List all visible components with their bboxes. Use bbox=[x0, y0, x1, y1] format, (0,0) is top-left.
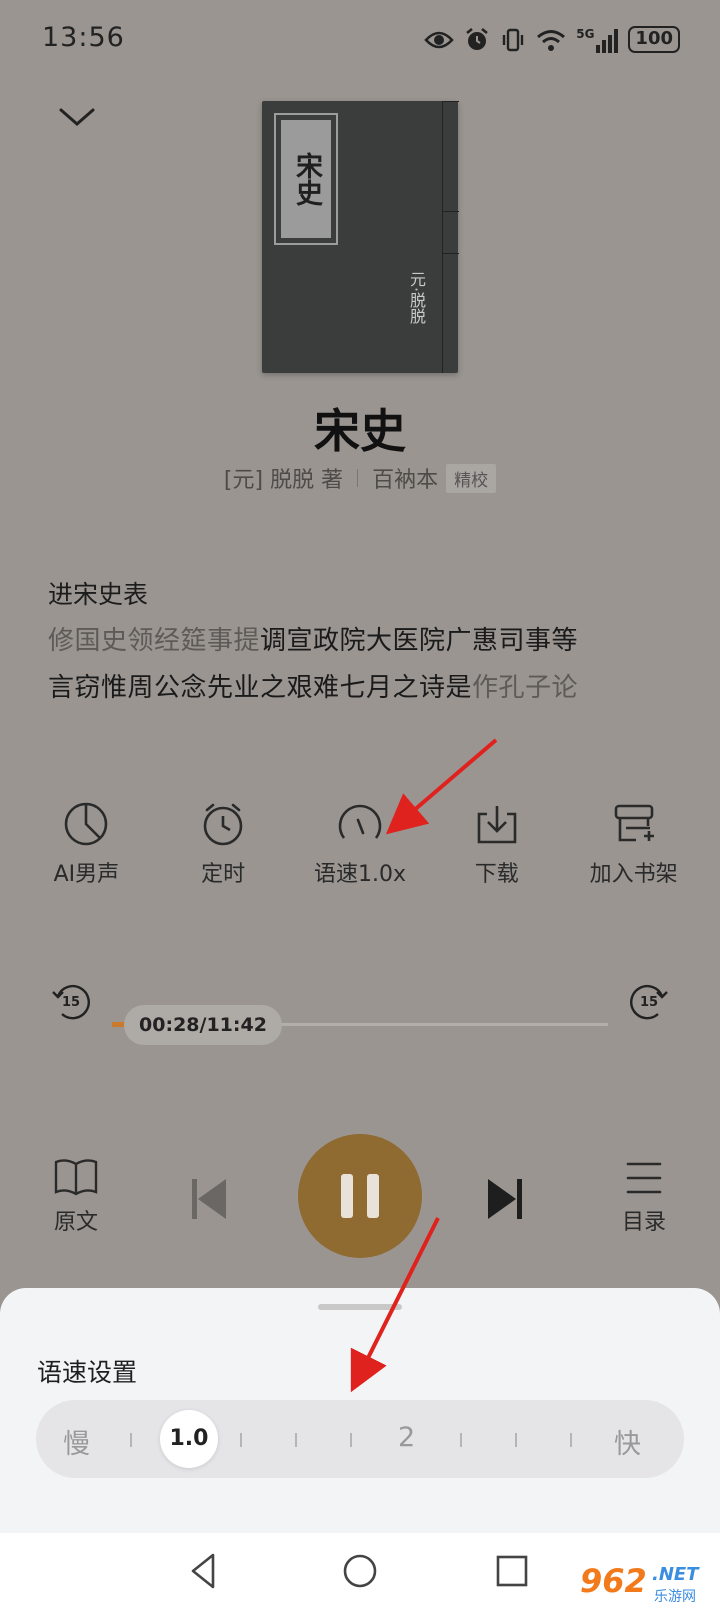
rewind-15-icon[interactable]: 15 bbox=[50, 980, 92, 1022]
speed-tick bbox=[515, 1433, 517, 1447]
pause-icon bbox=[367, 1174, 379, 1218]
speed-knob[interactable]: 1.0 bbox=[160, 1410, 218, 1468]
watermark-logo: 962 .NET 乐游网 bbox=[580, 1562, 716, 1608]
battery-level: 100 bbox=[635, 28, 673, 49]
status-time: 13:56 bbox=[42, 22, 125, 53]
previous-icon[interactable] bbox=[190, 1177, 230, 1221]
battery-icon: 100 bbox=[628, 26, 680, 53]
network-type: 5G bbox=[576, 26, 595, 41]
download-label: 下载 bbox=[474, 862, 519, 887]
status-icons: 5G 100 bbox=[424, 26, 680, 53]
book-author: [元] 脱脱 著 bbox=[223, 468, 344, 493]
pause-button[interactable] bbox=[298, 1134, 422, 1258]
speed-fast-label: 快 bbox=[614, 1429, 641, 1460]
text-line-1: 修国史领经筵事提调宣政院大医院广惠司事等 bbox=[48, 620, 578, 657]
speed-slider[interactable]: 慢 2 快 1.0 bbox=[36, 1400, 684, 1478]
book-open-icon bbox=[54, 1159, 98, 1196]
speed-slow-label: 慢 bbox=[63, 1429, 90, 1460]
speed-settings-sheet: 语速设置 慢 2 快 1.0 bbox=[0, 1288, 720, 1533]
forward-15-icon[interactable]: 15 bbox=[628, 980, 670, 1022]
signal-icon: 5G bbox=[576, 26, 619, 53]
book-edition: 百衲本 bbox=[372, 468, 439, 493]
rewind-seconds: 15 bbox=[62, 995, 80, 1010]
add-bookshelf-label: 加入书架 bbox=[589, 862, 678, 887]
text-line-2: 言窃惟周公念先业之艰难七月之诗是作孔子论 bbox=[48, 667, 578, 704]
edition-tag: 精校 bbox=[446, 463, 497, 493]
sheet-title: 语速设置 bbox=[37, 1358, 138, 1387]
forward-seconds: 15 bbox=[640, 995, 658, 1010]
wifi-icon bbox=[537, 29, 566, 51]
cover-title-text: 宋史 bbox=[281, 120, 331, 238]
eye-icon bbox=[424, 31, 454, 48]
cover-author: 元·脱脱 bbox=[407, 271, 426, 325]
timer-label: 定时 bbox=[201, 862, 246, 887]
add-bookshelf-button[interactable]: 加入书架 bbox=[574, 800, 694, 888]
add-bookshelf-icon bbox=[614, 804, 654, 842]
next-icon[interactable] bbox=[484, 1177, 524, 1221]
sheet-drag-handle[interactable] bbox=[318, 1304, 402, 1310]
download-icon bbox=[477, 806, 517, 844]
speed-tick bbox=[130, 1433, 132, 1447]
menu-list-icon bbox=[626, 1162, 662, 1194]
download-button[interactable]: 下载 bbox=[437, 800, 557, 888]
ai-voice-button[interactable]: AI男声 bbox=[26, 800, 146, 888]
pause-icon bbox=[341, 1174, 353, 1218]
speed-tick bbox=[350, 1433, 352, 1447]
speed-tick bbox=[460, 1433, 462, 1447]
alarm-icon bbox=[466, 27, 489, 50]
speed-tick bbox=[295, 1433, 297, 1447]
text-current: 调宣政院大医院广惠司事等 bbox=[260, 626, 579, 656]
watermark-number: 962 bbox=[580, 1562, 647, 1600]
book-meta: [元] 脱脱 著 百衲本 精校 bbox=[0, 462, 720, 494]
speed-mid-label: 2 bbox=[398, 1422, 416, 1453]
speed-tick bbox=[240, 1433, 242, 1447]
cover-title-label: 宋史 bbox=[274, 113, 338, 245]
cover-spine bbox=[442, 101, 459, 373]
meta-divider bbox=[357, 469, 359, 487]
book-cover: 宋史 元·脱脱 bbox=[262, 101, 459, 373]
speed-gauge-icon bbox=[338, 804, 382, 839]
speed-label: 语速1.0x bbox=[313, 862, 406, 887]
toc-button[interactable]: 目录 bbox=[614, 1160, 674, 1236]
text-read: 修国史领经筵事提 bbox=[48, 626, 261, 656]
text-current: 言窃惟周公念先业之艰难七月之诗是 bbox=[48, 673, 473, 703]
text-upcoming: 作孔子论 bbox=[472, 673, 579, 703]
original-text-label: 原文 bbox=[53, 1210, 98, 1235]
timer-icon bbox=[203, 803, 243, 846]
collapse-chevron-icon[interactable] bbox=[55, 100, 99, 136]
ai-voice-label: AI男声 bbox=[53, 862, 120, 887]
home-nav-icon[interactable] bbox=[338, 1549, 382, 1593]
book-title: 宋史 bbox=[314, 404, 406, 458]
toc-label: 目录 bbox=[621, 1210, 666, 1235]
back-nav-icon[interactable] bbox=[183, 1549, 227, 1593]
watermark-suffix: .NET bbox=[652, 1564, 699, 1585]
ai-voice-icon bbox=[65, 802, 108, 846]
original-text-button[interactable]: 原文 bbox=[46, 1158, 106, 1236]
watermark-sub: 乐游网 bbox=[654, 1589, 696, 1605]
timer-button[interactable]: 定时 bbox=[163, 800, 283, 888]
vibrate-icon bbox=[503, 28, 524, 51]
chapter-title: 进宋史表 bbox=[48, 580, 149, 609]
recents-nav-icon[interactable] bbox=[490, 1549, 534, 1593]
feature-row: AI男声 定时 语速1.0x 下载 加入书架 bbox=[0, 800, 720, 888]
progress-time[interactable]: 00:28/11:42 bbox=[124, 1005, 282, 1045]
speed-button[interactable]: 语速1.0x bbox=[300, 800, 420, 888]
speed-tick bbox=[570, 1433, 572, 1447]
